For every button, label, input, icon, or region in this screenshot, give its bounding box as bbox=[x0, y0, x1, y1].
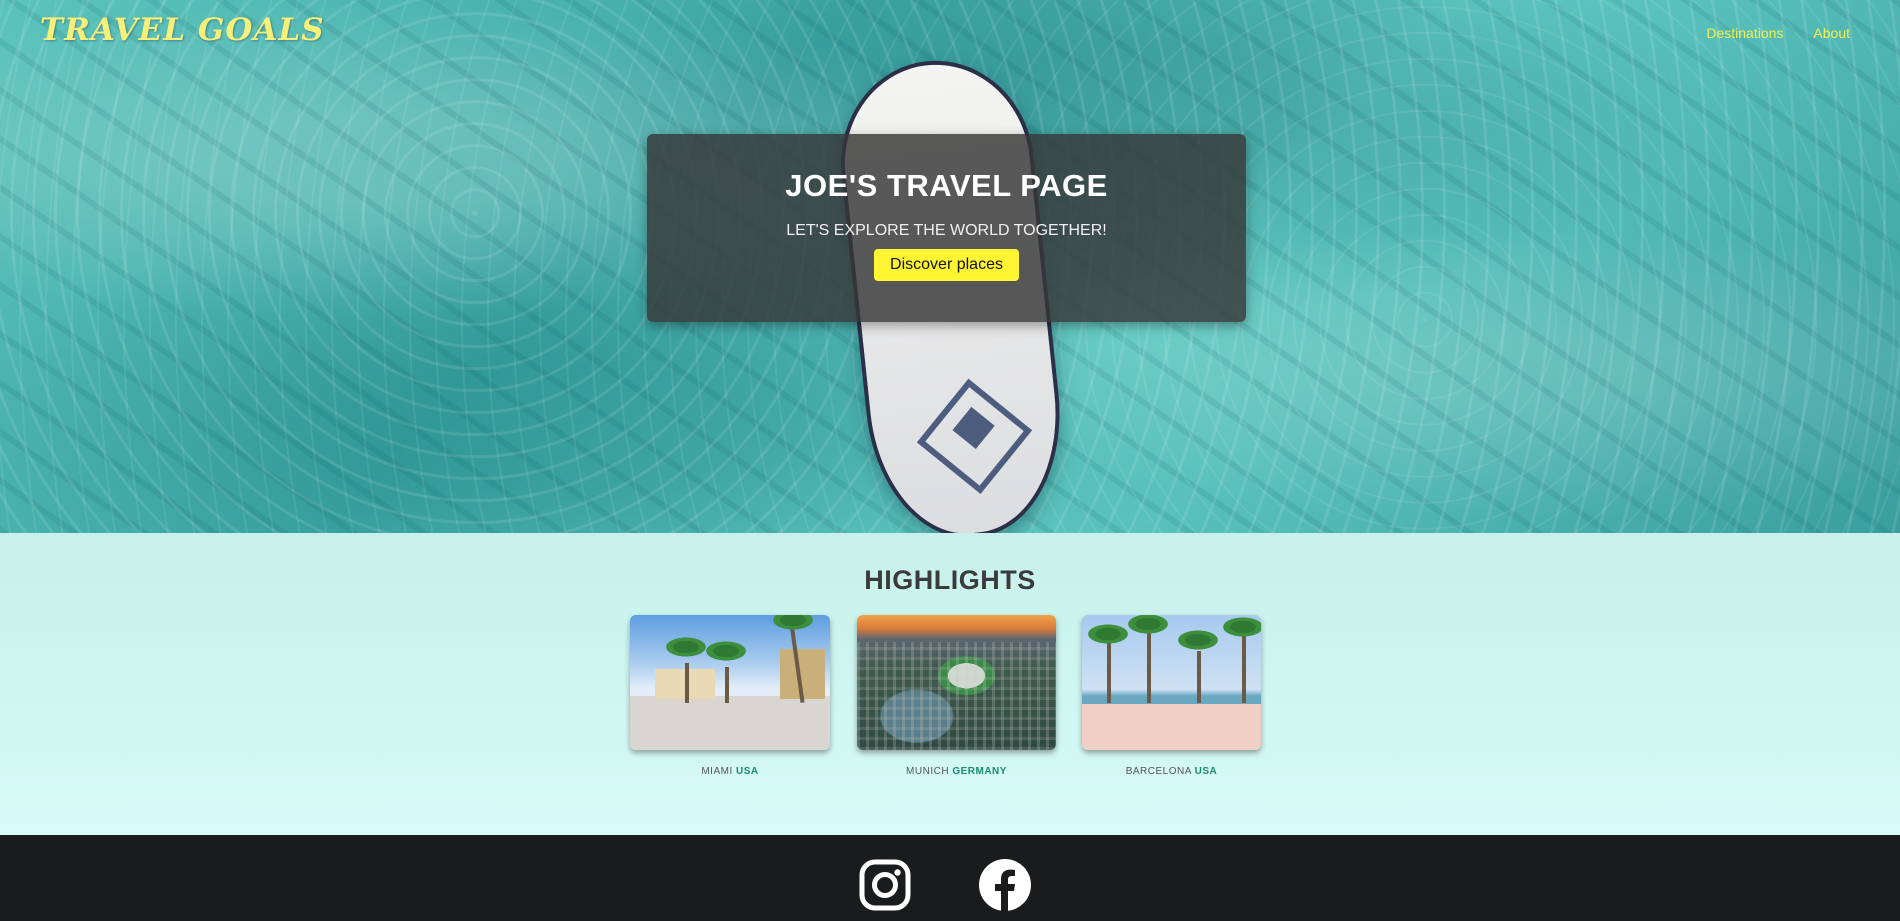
highlight-card-miami[interactable]: MIAMI USA bbox=[630, 615, 830, 777]
nav-link-destinations[interactable]: Destinations bbox=[1706, 25, 1783, 41]
instagram-icon[interactable] bbox=[858, 858, 912, 912]
city-name: MIAMI bbox=[701, 766, 733, 777]
main-nav: Destinations About bbox=[1706, 25, 1850, 41]
hero-title: JOE'S TRAVEL PAGE bbox=[785, 168, 1108, 203]
hero-section: TRAVEL GOALS Destinations About JOE'S TR… bbox=[0, 0, 1900, 533]
site-logo[interactable]: TRAVEL GOALS bbox=[40, 12, 325, 48]
country-name: GERMANY bbox=[952, 766, 1007, 777]
facebook-icon[interactable] bbox=[978, 858, 1032, 912]
hero-card: JOE'S TRAVEL PAGE LET'S EXPLORE THE WORL… bbox=[647, 134, 1246, 322]
highlights-title: HIGHLIGHTS bbox=[864, 565, 1036, 595]
hero-subtitle: LET'S EXPLORE THE WORLD TOGETHER! bbox=[786, 222, 1107, 239]
highlight-caption: MUNICH GERMANY bbox=[857, 766, 1056, 777]
footer bbox=[0, 835, 1900, 921]
nav-link-about[interactable]: About bbox=[1813, 25, 1850, 41]
highlight-card-barcelona[interactable]: BARCELONA USA bbox=[1082, 615, 1261, 777]
highlights-section: HIGHLIGHTS MIAMI USA MUNICH GERMANY BARC… bbox=[0, 533, 1900, 835]
country-name: USA bbox=[736, 766, 759, 777]
highlight-caption: MIAMI USA bbox=[630, 766, 830, 777]
city-name: MUNICH bbox=[906, 766, 950, 777]
highlight-caption: BARCELONA USA bbox=[1082, 766, 1261, 777]
discover-places-button[interactable]: Discover places bbox=[874, 249, 1019, 281]
miami-photo[interactable] bbox=[630, 615, 830, 750]
city-name: BARCELONA bbox=[1125, 766, 1192, 777]
munich-photo[interactable] bbox=[857, 615, 1056, 750]
board-logo bbox=[916, 378, 1033, 495]
barcelona-photo[interactable] bbox=[1082, 615, 1261, 750]
country-name: USA bbox=[1194, 766, 1218, 777]
highlight-card-munich[interactable]: MUNICH GERMANY bbox=[857, 615, 1056, 777]
